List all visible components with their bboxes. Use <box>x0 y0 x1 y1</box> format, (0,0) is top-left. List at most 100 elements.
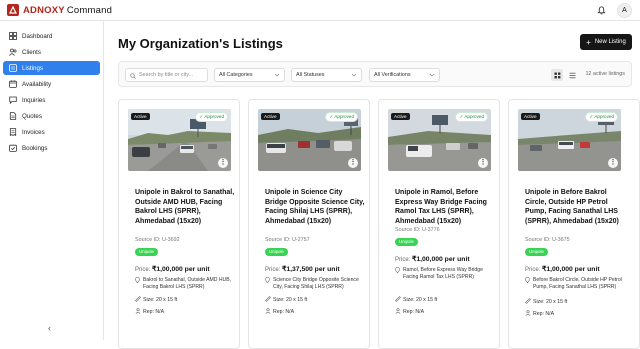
listings-icon <box>8 64 17 73</box>
size-row: Size: 20 x 15 ft <box>525 298 567 306</box>
price-label: Price: <box>525 267 541 273</box>
rep-row: Rep: N/A <box>395 308 424 316</box>
listing-count: 12 active listings <box>585 71 625 77</box>
listing-title[interactable]: Unipole in Science City Bridge Opposite … <box>265 188 365 226</box>
more-options-icon[interactable]: ⋮ <box>478 158 488 168</box>
listing-card[interactable]: Active ✓ Approved ⋮ Unipole in Science C… <box>248 99 370 349</box>
price-value: ₹1,00,000 per unit <box>412 256 470 263</box>
collapse-sidebar-chevron-icon[interactable]: ‹ <box>48 323 51 333</box>
sidebar-item-clients[interactable]: Clients <box>3 45 100 59</box>
sidebar: Dashboard Clients Listings Availability … <box>0 21 104 340</box>
ruler-icon <box>135 296 143 304</box>
location-row: Before Bakrol Circle, Outside HP Petrol … <box>525 276 625 291</box>
verification-select[interactable]: All Verifications <box>369 68 440 82</box>
source-id: Source ID: U-3776 <box>395 227 440 233</box>
ruler-icon <box>395 296 403 304</box>
location-text: Before Bakrol Circle, Outside HP Petrol … <box>533 277 622 290</box>
rep-row: Rep: N/A <box>135 308 164 316</box>
list-view-toggle-icon[interactable] <box>566 69 578 81</box>
location-pin-icon <box>265 276 273 291</box>
price-value: ₹1,00,000 per unit <box>542 266 600 273</box>
main-content: My Organization's Listings + New Listing… <box>105 21 640 349</box>
rep-row: Rep: N/A <box>265 308 294 316</box>
type-badge: Unipole <box>135 248 158 256</box>
sidebar-item-availability[interactable]: Availability <box>3 77 100 91</box>
dashboard-icon <box>8 32 17 41</box>
location-text: Ramol, Before Express Way Bridge Facing … <box>403 267 483 280</box>
category-select-value: All Categories <box>219 72 253 78</box>
sidebar-item-label: Dashboard <box>22 32 53 40</box>
listing-photo: Active ✓ Approved ⋮ <box>258 109 361 171</box>
price-label: Price: <box>265 267 281 273</box>
price-label: Price: <box>135 267 151 273</box>
price-label: Price: <box>395 257 411 263</box>
chevron-down-icon <box>274 72 280 80</box>
more-options-icon[interactable]: ⋮ <box>218 158 228 168</box>
sidebar-item-inquiries[interactable]: Inquiries <box>3 93 100 107</box>
sidebar-item-label: Availability <box>22 80 52 88</box>
size-row: Size: 20 x 15 ft <box>135 296 177 304</box>
sidebar-item-listings[interactable]: Listings <box>3 61 100 75</box>
sidebar-item-quotes[interactable]: Quotes <box>3 109 100 123</box>
top-bar: ADNOXY Command A <box>0 0 640 21</box>
receipt-icon <box>8 128 17 137</box>
type-badge: Unipole <box>265 248 288 256</box>
ruler-icon <box>525 298 533 306</box>
source-id: Source ID: U-3692 <box>135 237 180 243</box>
sidebar-item-label: Inquiries <box>22 96 46 104</box>
calendar-icon <box>8 80 17 89</box>
source-id: Source ID: U-2757 <box>265 237 310 243</box>
price-value: ₹1,37,500 per unit <box>282 266 340 273</box>
status-badge: Active <box>391 113 410 120</box>
approved-badge: ✓ Approved <box>455 112 488 122</box>
category-select[interactable]: All Categories <box>214 68 285 82</box>
listing-card[interactable]: Active ✓ Approved ⋮ Unipole in Bakrol to… <box>118 99 240 349</box>
location-row: Science City Bridge Opposite Science Cit… <box>265 276 365 291</box>
ruler-icon <box>265 296 273 304</box>
sidebar-item-bookings[interactable]: Bookings <box>3 141 100 155</box>
new-listing-button[interactable]: + New Listing <box>580 34 632 50</box>
approved-badge: ✓ Approved <box>325 112 358 122</box>
listing-card[interactable]: Active ✓ Approved ⋮ Unipole in Before Ba… <box>508 99 640 349</box>
listing-photo: Active ✓ Approved ⋮ <box>388 109 491 171</box>
source-id: Source ID: U-3675 <box>525 237 570 243</box>
person-icon <box>395 308 403 316</box>
type-badge: Unipole <box>525 248 548 256</box>
listing-photo: Active ✓ Approved ⋮ <box>518 109 621 171</box>
status-select[interactable]: All Statuses <box>291 68 362 82</box>
user-avatar[interactable]: A <box>617 3 632 18</box>
more-options-icon[interactable]: ⋮ <box>608 158 618 168</box>
search-box[interactable] <box>125 68 208 82</box>
more-options-icon[interactable]: ⋮ <box>348 158 358 168</box>
size-row: Size: 20 x 15 ft <box>395 296 437 304</box>
logo-mark-icon <box>7 4 19 16</box>
listing-title[interactable]: Unipole in Bakrol to Sanathal, Outside A… <box>135 188 235 226</box>
person-icon <box>525 310 533 318</box>
search-input[interactable] <box>139 72 205 78</box>
listing-card[interactable]: Active ✓ Approved ⋮ Unipole in Ramol, Be… <box>378 99 500 349</box>
listing-title[interactable]: Unipole in Ramol, Before Express Way Bri… <box>395 188 495 226</box>
status-badge: Active <box>131 113 150 120</box>
sidebar-item-label: Invoices <box>22 128 45 136</box>
location-pin-icon <box>135 276 143 291</box>
notifications-bell-icon[interactable] <box>594 4 608 18</box>
sidebar-item-dashboard[interactable]: Dashboard <box>3 29 100 43</box>
rep-text: Rep: N/A <box>143 309 165 315</box>
location-row: Bakrol to Sanathal, Outside AMD HUB, Fac… <box>135 276 235 291</box>
chevron-down-icon <box>429 72 435 80</box>
brand-logo[interactable]: ADNOXY Command <box>7 4 112 16</box>
approved-badge-label: Approved <box>204 114 224 119</box>
location-pin-icon <box>525 276 533 291</box>
sidebar-item-label: Bookings <box>22 144 48 152</box>
size-text: Size: 20 x 15 ft <box>533 299 568 305</box>
price-row: Price: ₹1,37,500 per unit <box>265 265 340 273</box>
plus-icon: + <box>586 37 591 47</box>
location-pin-icon <box>395 266 403 281</box>
listing-title[interactable]: Unipole in Before Bakrol Circle, Outside… <box>525 188 625 226</box>
sidebar-item-invoices[interactable]: Invoices <box>3 125 100 139</box>
approved-badge-label: Approved <box>334 114 354 119</box>
status-select-value: All Statuses <box>296 72 325 78</box>
grid-view-toggle-icon[interactable] <box>551 69 563 81</box>
listing-photo: Active ✓ Approved ⋮ <box>128 109 231 171</box>
status-badge: Active <box>261 113 280 120</box>
